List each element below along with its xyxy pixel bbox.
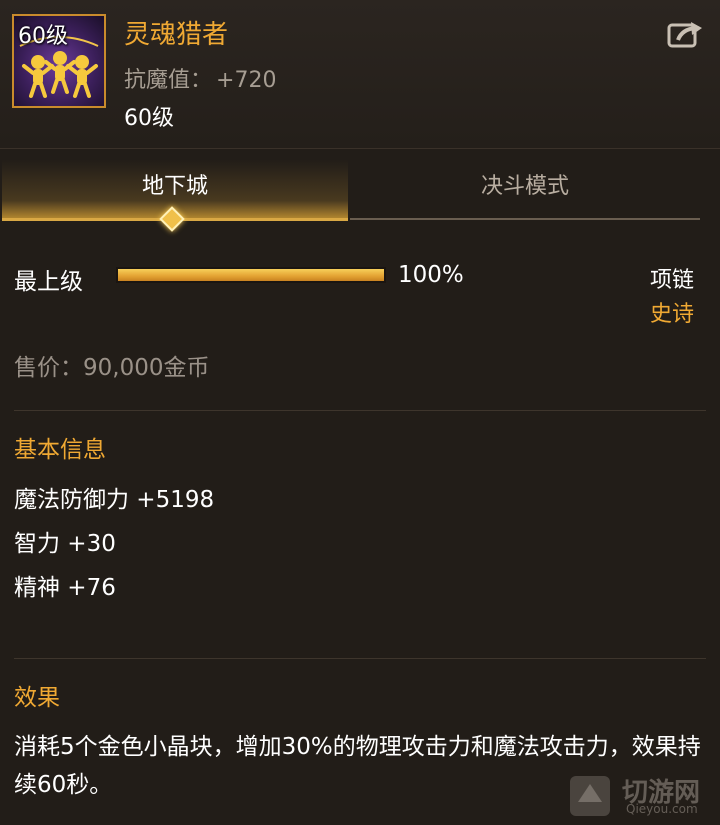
basic-info-title: 基本信息 — [14, 437, 106, 463]
item-stat-label: 抗魔值： — [124, 68, 213, 93]
attr-magic-defense: 魔法防御力 +5198 — [14, 487, 215, 513]
attr-intelligence: 智力 +30 — [14, 531, 116, 557]
item-level: 60级 — [124, 106, 174, 131]
mode-tabs: 地下城 决斗模式 — [0, 160, 720, 232]
soul-hunter-item-icon: 60级 — [12, 14, 106, 108]
item-name: 灵魂猎者 — [124, 20, 229, 50]
sell-price: 售价：90,000金币 — [14, 355, 210, 381]
rank-label: 最上级 — [14, 269, 83, 295]
divider — [14, 410, 706, 411]
item-type: 项链 — [649, 268, 694, 293]
watermark-subtext: Qieyou.com — [626, 802, 698, 816]
rank-percent: 100% — [398, 262, 464, 288]
effect-title: 效果 — [14, 685, 60, 711]
item-stat: 抗魔值： +720 — [124, 62, 276, 94]
share-icon — [667, 22, 702, 48]
rank-progress-fill — [118, 269, 384, 281]
divider — [14, 658, 706, 659]
site-watermark: 切游网 Qieyou.com — [566, 772, 716, 820]
tab-duel-mode[interactable]: 决斗模式 — [350, 160, 700, 220]
watermark-logo-icon — [570, 776, 610, 816]
item-stat-value: +720 — [216, 68, 277, 93]
item-rarity: 史诗 — [649, 302, 694, 327]
item-header: 60级 灵魂猎者 抗魔值： +720 60级 — [0, 0, 720, 149]
share-button[interactable] — [666, 18, 706, 50]
item-icon-level: 60级 — [18, 24, 68, 49]
rank-progress-bar — [116, 267, 386, 283]
attr-spirit: 精神 +76 — [14, 575, 116, 601]
